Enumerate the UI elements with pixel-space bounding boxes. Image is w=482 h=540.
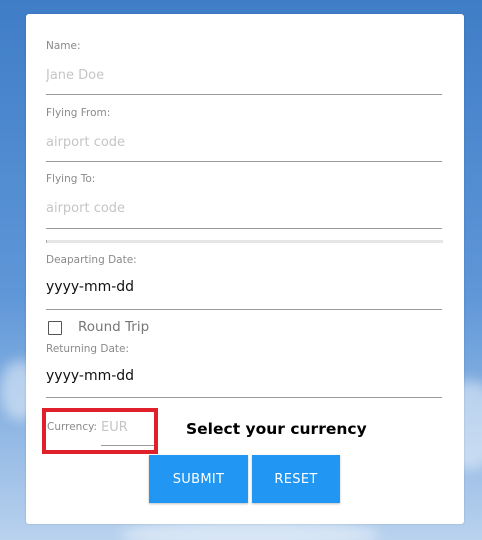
name-label: Name:: [46, 40, 81, 52]
round-trip-checkbox[interactable]: [48, 321, 62, 335]
to-field: Flying To:: [46, 173, 442, 217]
returning-date-input[interactable]: yyyy-mm-dd: [46, 368, 442, 384]
name-input[interactable]: [46, 66, 442, 84]
from-label: Flying From:: [46, 107, 111, 119]
returning-field: Returning Date: yyyy-mm-dd: [46, 343, 442, 384]
returning-label: Returning Date:: [46, 343, 130, 355]
to-input[interactable]: [46, 199, 442, 217]
returning-underline: [46, 397, 442, 398]
flight-form-card: Name: Flying From: Flying To: Deaparting…: [26, 14, 464, 524]
currency-highlight-box: [42, 408, 158, 454]
from-field: Flying From:: [46, 107, 442, 151]
name-underline: [46, 94, 442, 95]
departing-underline: [46, 309, 442, 310]
reset-button[interactable]: RESET: [252, 455, 340, 503]
from-underline: [46, 161, 442, 162]
horizontal-scrollbar[interactable]: [46, 240, 443, 243]
departing-label: Deaparting Date:: [46, 254, 137, 266]
round-trip-label: Round Trip: [78, 319, 150, 335]
currency-annotation: Select your currency: [186, 420, 367, 438]
name-field: Name:: [46, 40, 442, 84]
from-input[interactable]: [46, 133, 442, 151]
to-underline: [46, 228, 442, 229]
departing-field: Deaparting Date: yyyy-mm-dd: [46, 254, 442, 295]
to-label: Flying To:: [46, 173, 96, 185]
departing-date-input[interactable]: yyyy-mm-dd: [46, 279, 442, 295]
submit-button[interactable]: SUBMIT: [149, 455, 248, 503]
